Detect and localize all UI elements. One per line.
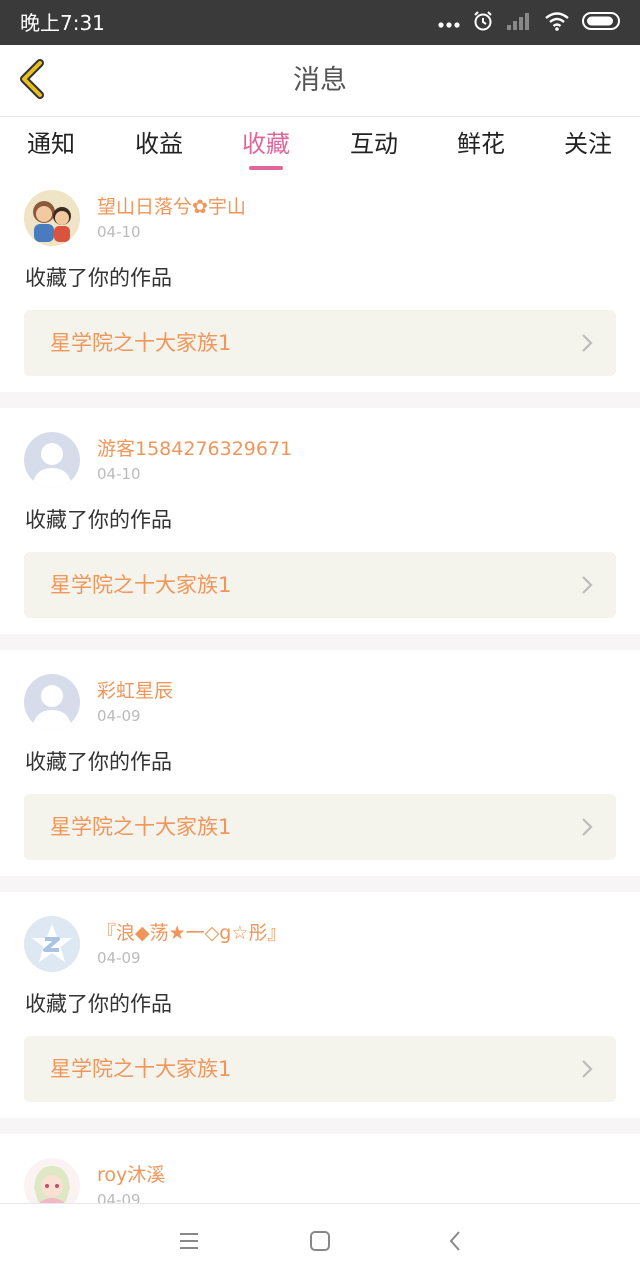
- home-button[interactable]: [305, 1228, 335, 1258]
- back-icon: [447, 1229, 463, 1257]
- card-divider: [0, 634, 640, 650]
- user-avatar[interactable]: [24, 916, 80, 972]
- battery-icon: [582, 11, 622, 35]
- username[interactable]: 『浪◆荡★一◇g☆彤』: [97, 921, 286, 945]
- work-link[interactable]: 星学院之十大家族1: [24, 310, 616, 376]
- tab-follows[interactable]: 关注: [548, 127, 628, 169]
- message-date: 04-09: [97, 707, 141, 725]
- wifi-icon: [544, 11, 570, 35]
- page-title: 消息: [293, 65, 347, 96]
- signal-icon: [506, 11, 532, 35]
- work-link[interactable]: 星学院之十大家族1: [24, 794, 616, 860]
- card-divider: [0, 876, 640, 892]
- tab-notifications[interactable]: 通知: [11, 127, 91, 169]
- username[interactable]: 游客1584276329671: [97, 437, 292, 461]
- chevron-right-icon: [580, 1058, 594, 1080]
- work-link[interactable]: 星学院之十大家族1: [24, 552, 616, 618]
- tab-favorites[interactable]: 收藏: [226, 127, 306, 169]
- message-date: 04-09: [97, 1191, 141, 1203]
- system-back-button[interactable]: [440, 1228, 470, 1258]
- work-link[interactable]: 星学院之十大家族1: [24, 1036, 616, 1102]
- more-dots-icon: [438, 14, 460, 33]
- tab-interactions[interactable]: 互动: [334, 127, 414, 169]
- message-action: 收藏了你的作品: [25, 750, 172, 774]
- message-card: 游客1584276329671 04-10 收藏了你的作品 星学院之十大家族1: [0, 408, 640, 634]
- chevron-right-icon: [580, 574, 594, 596]
- work-title: 星学院之十大家族1: [50, 815, 232, 839]
- message-card: 望山日落兮✿宇山 04-10 收藏了你的作品 星学院之十大家族1: [0, 177, 640, 392]
- active-tab-indicator: [249, 166, 283, 170]
- home-icon: [309, 1230, 331, 1256]
- work-title: 星学院之十大家族1: [50, 1057, 232, 1081]
- message-action: 收藏了你的作品: [25, 992, 172, 1016]
- username[interactable]: 望山日落兮✿宇山: [97, 195, 246, 219]
- status-bar: 晚上7:31: [0, 0, 640, 45]
- username[interactable]: 彩虹星辰: [97, 679, 173, 703]
- message-card: 『浪◆荡★一◇g☆彤』 04-09 收藏了你的作品 星学院之十大家族1: [0, 892, 640, 1118]
- message-date: 04-09: [97, 949, 141, 967]
- user-avatar[interactable]: [24, 674, 80, 730]
- user-avatar[interactable]: [24, 1158, 80, 1203]
- tab-bar: 通知 收益 收藏 互动 鲜花 关注: [0, 117, 640, 177]
- work-title: 星学院之十大家族1: [50, 573, 232, 597]
- status-icons: [438, 9, 622, 37]
- chevron-right-icon: [580, 816, 594, 838]
- system-nav-bar: [0, 1203, 640, 1280]
- header-bar: 消息: [0, 45, 640, 117]
- message-date: 04-10: [97, 223, 141, 241]
- work-title: 星学院之十大家族1: [50, 331, 232, 355]
- message-date: 04-10: [97, 465, 141, 483]
- tab-earnings[interactable]: 收益: [119, 127, 199, 169]
- status-time: 晚上7:31: [20, 11, 105, 35]
- card-divider: [0, 392, 640, 408]
- message-card: roy沐溪 04-09: [0, 1134, 640, 1203]
- message-action: 收藏了你的作品: [25, 508, 172, 532]
- chevron-right-icon: [580, 332, 594, 354]
- card-divider: [0, 1118, 640, 1134]
- message-card: 彩虹星辰 04-09 收藏了你的作品 星学院之十大家族1: [0, 650, 640, 876]
- user-avatar[interactable]: [24, 432, 80, 488]
- message-action: 收藏了你的作品: [25, 266, 172, 290]
- alarm-icon: [472, 10, 494, 36]
- menu-icon: [178, 1231, 200, 1255]
- username[interactable]: roy沐溪: [97, 1163, 165, 1187]
- tab-flowers[interactable]: 鲜花: [441, 127, 521, 169]
- menu-button[interactable]: [174, 1228, 204, 1258]
- user-avatar[interactable]: [24, 190, 80, 246]
